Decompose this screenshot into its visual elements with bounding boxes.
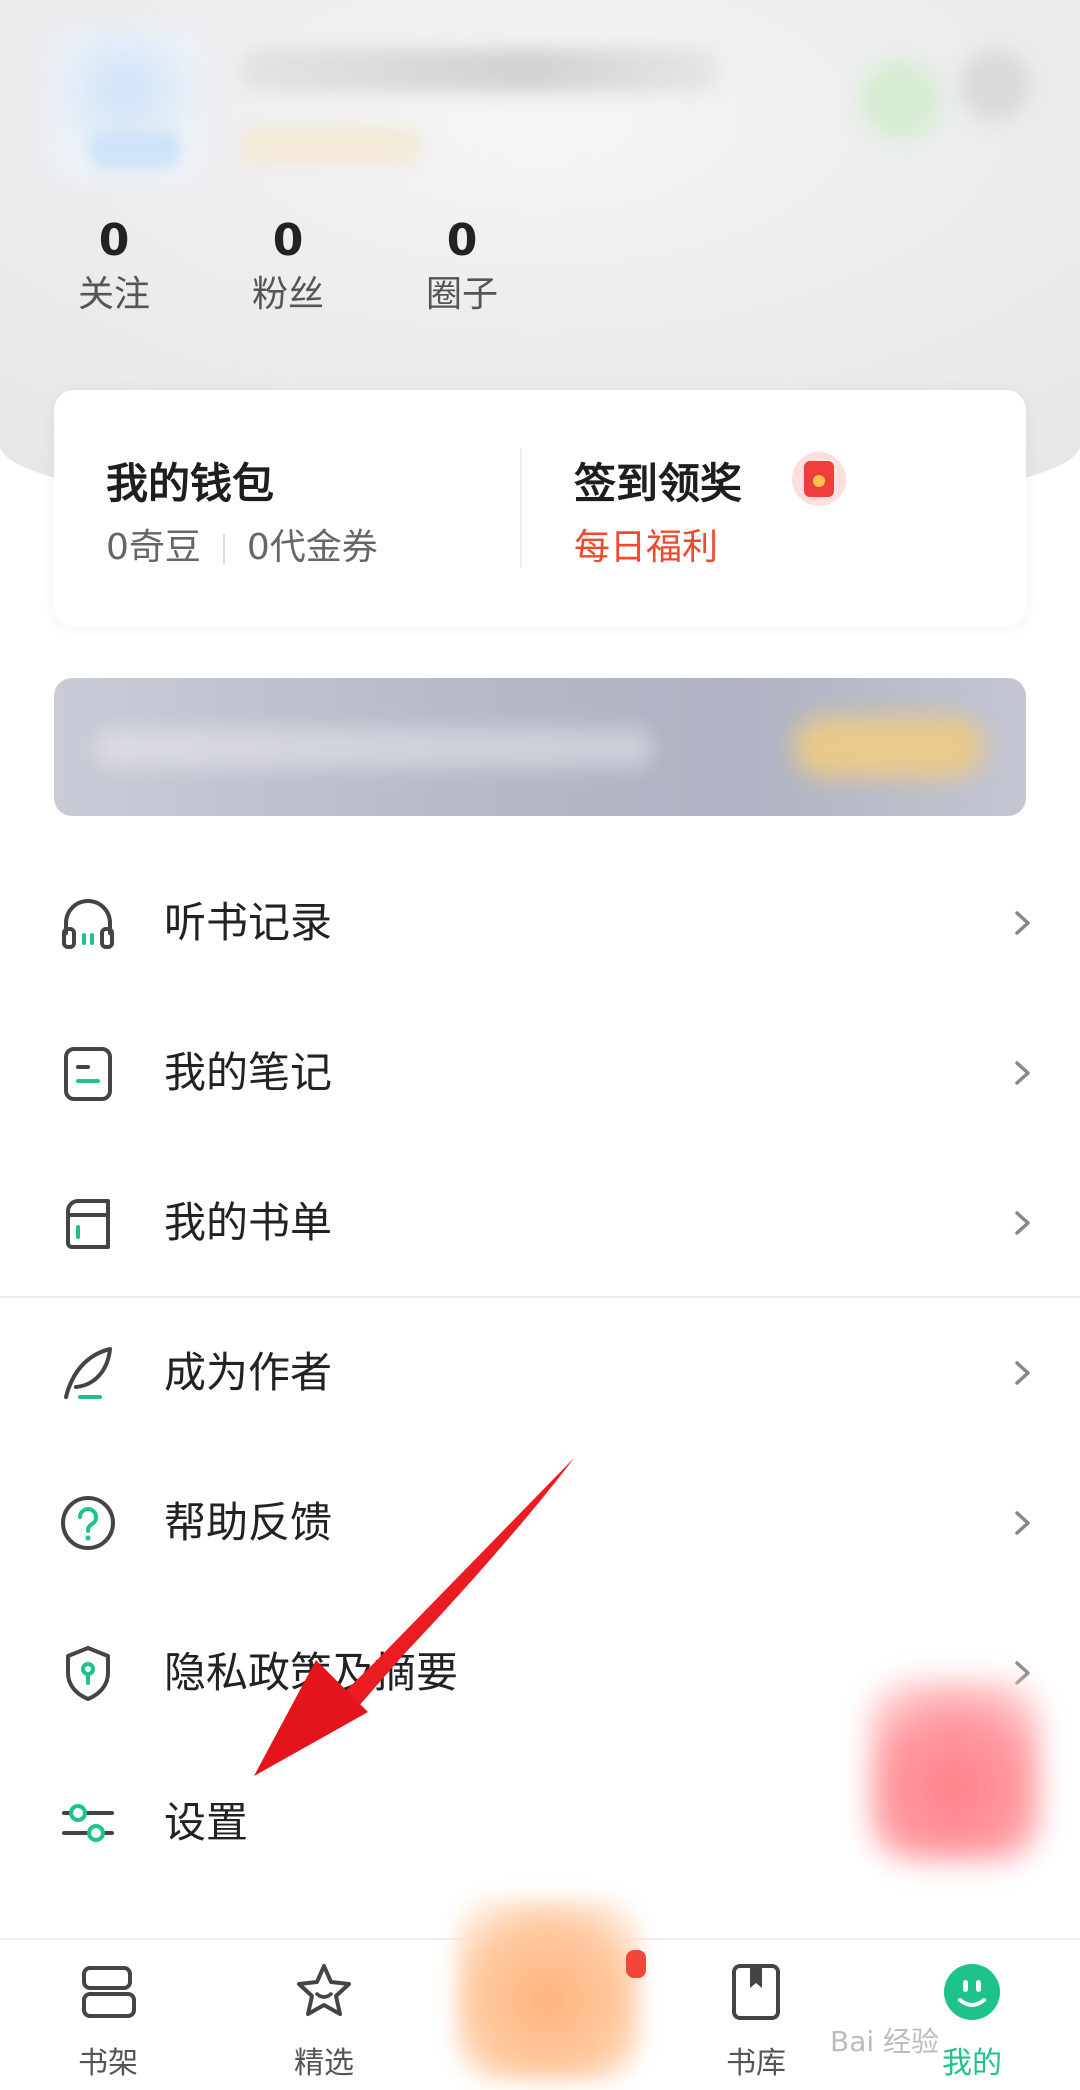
settings-sliders-icon [62,1804,114,1842]
banner-button-blurred[interactable] [794,716,984,778]
vip-badge-blurred [240,128,420,164]
bookshelf-icon [82,1966,136,2018]
menu-item-label: 成为作者 [164,1348,333,1397]
wallet-title[interactable]: 我的钱包 [106,450,274,511]
menu-item-my-booklist[interactable]: 我的书单 [0,1148,1080,1298]
tab-library[interactable]: 书库 [676,1960,836,2082]
chevron-right-icon [1015,1511,1030,1535]
tab-featured[interactable]: 精选 [244,1960,404,2082]
menu-item-listen-history[interactable]: 听书记录 [0,848,1080,998]
signin-title[interactable]: 签到领奖 [574,450,742,511]
promo-banner[interactable] [54,678,1026,816]
banner-text-blurred [94,728,654,768]
tab-label: 书库 [726,2046,786,2081]
stat-value: 0 [272,215,304,266]
username-blurred [240,48,720,92]
level-badge-blurred [90,132,180,168]
menu-item-label: 帮助反馈 [164,1498,333,1547]
stat-label: 关注 [77,274,150,315]
menu-item-help-feedback[interactable]: 帮助反馈 [0,1448,1080,1598]
shield-icon [66,1646,110,1701]
center-tab-blurred[interactable] [456,1900,640,2080]
menu-item-label: 隐私政策及摘要 [164,1648,459,1697]
section-divider [0,1296,1080,1298]
stat-followers[interactable]: 0 粉丝 [228,215,348,319]
menu-item-label: 设置 [164,1798,249,1847]
divider [222,534,225,564]
stat-following[interactable]: 0 关注 [54,215,174,319]
menu-item-label: 听书记录 [164,898,333,947]
wallet-card: 我的钱包 0奇豆 0代金券 签到领奖 每日福利 [54,390,1026,626]
signin-subtitle[interactable]: 每日福利 [574,518,718,570]
menu-item-label: 我的书单 [164,1198,333,1247]
card-divider [520,448,522,568]
headphones-icon [62,899,114,949]
profile-stats: 0 关注 0 粉丝 0 圈子 [0,215,1080,335]
tab-label: 书架 [78,2046,138,2081]
menu-item-my-notes[interactable]: 我的笔记 [0,998,1080,1148]
book-icon [732,1964,780,2020]
tab-label: 精选 [294,2046,354,2081]
note-icon [64,1047,112,1101]
coupon-balance: 0代金券 [246,527,378,568]
beans-balance: 0奇豆 [106,527,201,568]
floating-widget-blurred[interactable] [870,1680,1040,1860]
notification-badge [626,1950,646,1978]
wallet-balance[interactable]: 0奇豆 0代金券 [106,518,378,570]
chevron-right-icon [1015,1061,1030,1085]
tab-bookshelf[interactable]: 书架 [28,1960,188,2082]
profile-smile-icon [944,1964,1000,2020]
booklist-icon [66,1199,110,1249]
header-action-blurred[interactable] [860,60,940,140]
stat-value: 0 [98,215,130,266]
star-icon [297,1964,351,2016]
header-message-blurred[interactable] [960,50,1030,120]
chevron-right-icon [1015,1361,1030,1385]
chevron-right-icon [1015,1211,1030,1235]
stat-value: 0 [446,215,478,266]
stat-circles[interactable]: 0 圈子 [402,215,522,319]
feather-pen-icon [64,1347,112,1399]
red-packet-icon[interactable] [792,452,846,506]
chevron-right-icon [1015,911,1030,935]
watermark: Bai 经验 [830,2025,940,2058]
stat-label: 粉丝 [251,274,324,315]
menu-item-label: 我的笔记 [164,1048,333,1097]
stat-label: 圈子 [425,274,498,315]
help-circle-icon [61,1496,115,1550]
menu-item-become-author[interactable]: 成为作者 [0,1298,1080,1448]
